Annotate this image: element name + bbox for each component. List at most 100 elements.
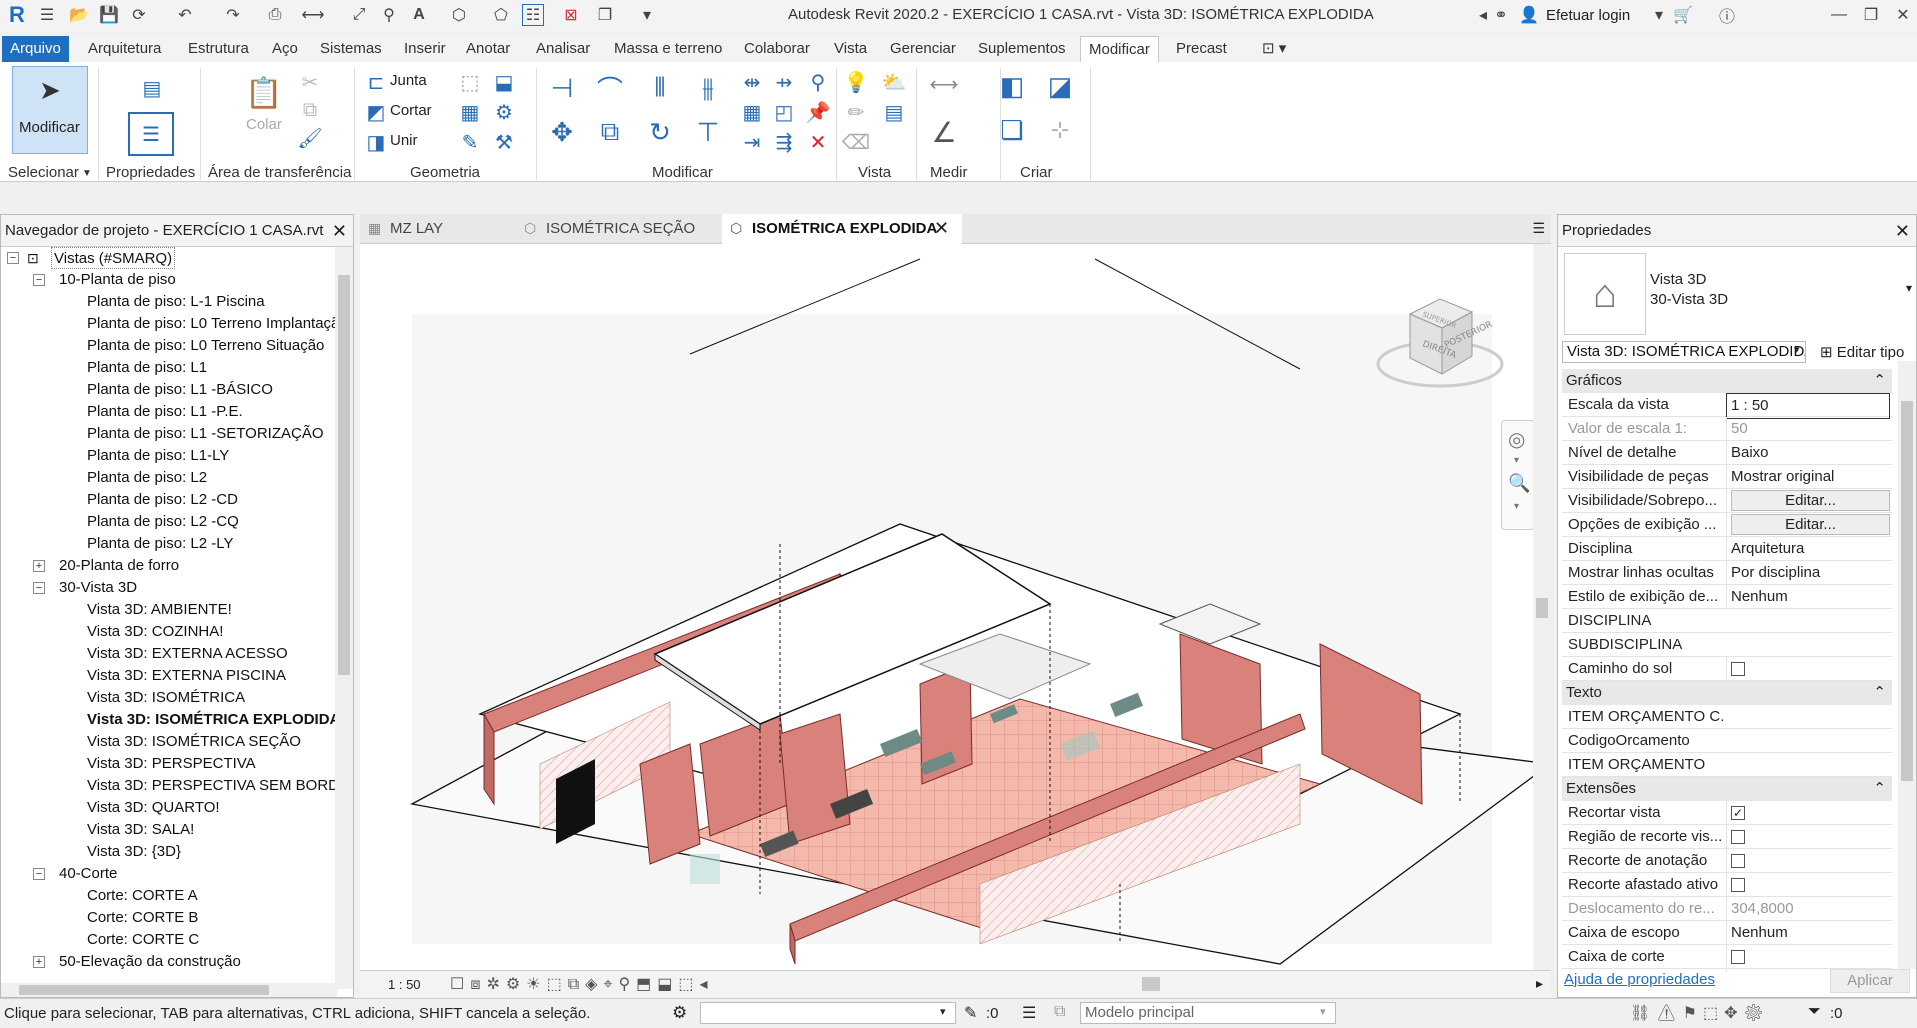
collapse-icon[interactable]: − [33,274,45,286]
edit-display-options-button[interactable]: Editar... [1731,514,1890,535]
far-clip-checkbox[interactable] [1731,878,1745,892]
close-hidden-icon[interactable]: ⊠ [560,4,582,26]
zoom-dropdown-icon[interactable]: ▾ [1514,501,1519,512]
tree-item-floor[interactable]: Planta de piso: L2 -LY [87,533,233,555]
expand-icon[interactable]: + [33,956,45,968]
array-icon[interactable]: ▦ [738,98,766,126]
prop-value[interactable]: Baixo [1726,441,1890,465]
tab-sistemas[interactable]: Sistemas [312,36,390,62]
tree-root-views[interactable]: Vistas (#SMARQ) [51,247,176,269]
collapse-icon[interactable]: ⌃ [1873,777,1886,801]
view-scale[interactable]: 1 : 50 [388,977,421,992]
help-icon[interactable]: ⓘ [1716,4,1738,26]
isometric-model[interactable]: DIREITA POSTERIOR SUPERIOR [360,244,1552,970]
sun-path-checkbox[interactable] [1731,662,1745,676]
wall-joins-icon[interactable]: ⬚ [456,68,484,96]
delete-icon[interactable]: ✕ [804,128,832,156]
navigation-bar[interactable]: ◎ ▾ 🔍 ▾ [1501,420,1535,530]
model-icon[interactable]: ⧉ [1054,1003,1065,1021]
tree-item-floor[interactable]: Planta de piso: L1 -SETORIZAÇÃO [87,423,324,445]
section-text[interactable]: Texto ⌃ [1562,681,1892,705]
tree-group-ceiling[interactable]: 20-Planta de forro [59,555,179,577]
unite-icon[interactable]: ◨ [362,128,390,156]
create-parts-icon[interactable]: ◪ [1042,68,1078,104]
create-assembly-icon[interactable]: ◧ [994,68,1030,104]
tab-analisar[interactable]: Analisar [528,36,598,62]
tree-item-section[interactable]: Corte: CORTE B [87,907,198,929]
editable-only-icon[interactable]: ✎ [964,1003,977,1023]
trim-extend-icon[interactable]: ⇥ [738,128,766,156]
instance-dropdown-icon[interactable]: ▾ [1794,343,1800,356]
properties-icon[interactable]: ☰ [128,112,174,156]
apply-button[interactable]: Aplicar [1830,969,1910,993]
hscroll-thumb[interactable] [1142,977,1160,991]
open-icon[interactable]: 📂 [68,4,90,26]
tree-group-elevation[interactable]: 50-Elevação da construção [59,951,241,973]
tag-icon[interactable]: ⚲ [378,4,400,26]
override-graphics-icon[interactable]: ⛅ [880,68,908,96]
section-extents[interactable]: Extensões ⌃ [1562,777,1892,801]
tab-massa-terreno[interactable]: Massa e terreno [606,36,730,62]
prop-value-input[interactable]: 1 : 50 [1726,393,1890,419]
switch-windows-icon[interactable]: ❐ [594,4,616,26]
copy-icon[interactable]: ⧉ [296,96,324,124]
tree-item-3d[interactable]: Vista 3D: {3D} [87,841,181,863]
undo-icon[interactable]: ↶ [174,4,196,26]
tree-item-3d[interactable]: Vista 3D: ISOMÉTRICA [87,687,245,709]
mirror-draw-icon[interactable]: ⫵ [690,70,726,106]
create-similar-icon[interactable]: ⊹ [1042,112,1078,148]
tree-item-3d[interactable]: Vista 3D: EXTERNA PISCINA [87,665,286,687]
tab-gerenciar[interactable]: Gerenciar [882,36,964,62]
tree-item-floor[interactable]: Planta de piso: L2 -CQ [87,511,239,533]
pin-icon[interactable]: 📌 [804,98,832,126]
design-options-icon[interactable]: ☰ [1022,1003,1036,1023]
section-box-checkbox[interactable] [1731,950,1745,964]
tree-item-3d[interactable]: Vista 3D: QUARTO! [87,797,220,819]
eraser-icon[interactable]: ⌫ [842,128,870,156]
cart-icon[interactable]: 🛒 [1672,4,1694,26]
properties-close-icon[interactable]: ✕ [1895,221,1910,242]
steering-wheel-icon[interactable]: ◎ [1508,427,1525,452]
tree-item-3d[interactable]: Vista 3D: AMBIENTE! [87,599,232,621]
browser-vscrollbar[interactable] [335,247,353,989]
split-gap-icon[interactable]: ⇸ [770,68,798,96]
properties-help-link[interactable]: Ajuda de propriedades [1564,971,1715,988]
tab-precast[interactable]: Precast [1168,36,1235,62]
unite-label[interactable]: Unir [390,132,418,149]
close-icon[interactable]: ✕ [1892,4,1914,26]
linework-icon[interactable]: ✏ [842,98,870,126]
tab-close-icon[interactable]: ✕ [934,218,949,239]
view-tab-active[interactable]: ISOMÉTRICA EXPLODIDA [722,214,962,244]
unpin-icon[interactable]: ⚲ [804,68,832,96]
section-icon[interactable]: ⬠ [490,4,512,26]
drawing-canvas[interactable]: DIREITA POSTERIOR SUPERIOR ◎ ▾ 🔍 ▾ [360,244,1552,970]
nav-dropdown-icon[interactable]: ▾ [1514,455,1519,466]
text-icon[interactable]: A [408,4,430,26]
restore-icon[interactable]: ❐ [1860,4,1882,26]
split-face-icon[interactable]: ⬓ [490,68,518,96]
rotate-icon[interactable]: ↻ [642,114,678,150]
tree-item-3d[interactable]: Vista 3D: COZINHA! [87,621,223,643]
create-group-icon[interactable]: ❏ [994,112,1030,148]
tree-item-3d[interactable]: Vista 3D: EXTERNA ACESSO [87,643,288,665]
tree-item-floor[interactable]: Planta de piso: L0 Terreno Implantação [87,313,337,335]
login-link[interactable]: Efetuar login [1546,7,1630,24]
workset-dropdown-icon[interactable]: ▾ [940,1005,946,1018]
tab-suplementos[interactable]: Suplementos [970,36,1074,62]
collapse-icon[interactable]: − [33,582,45,594]
tree-item-floor[interactable]: Planta de piso: L2 -CD [87,489,238,511]
design-option-dropdown-icon[interactable]: ▾ [1320,1005,1326,1018]
cut-geometry-icon[interactable]: ◩ [362,98,390,126]
panel-toggle-icon[interactable]: ⊡ ▾ [1254,36,1294,62]
tab-arquivo[interactable]: Arquivo [2,36,69,62]
scroll-thumb[interactable] [19,985,269,995]
tab-arquitetura[interactable]: Arquitetura [80,36,169,62]
tree-group-floor[interactable]: 10-Planta de piso [59,269,176,291]
canvas-vscrollbar[interactable] [1533,244,1551,970]
cut-clipboard-icon[interactable]: ✂ [296,68,324,96]
select-dropdown-icon[interactable]: ▼ [82,168,92,179]
sync-icon[interactable]: ⟳ [128,4,150,26]
tab-aco[interactable]: Aço [264,36,306,62]
scroll-thumb[interactable] [1901,401,1913,781]
match-properties-icon[interactable]: 🖌 [296,124,324,152]
